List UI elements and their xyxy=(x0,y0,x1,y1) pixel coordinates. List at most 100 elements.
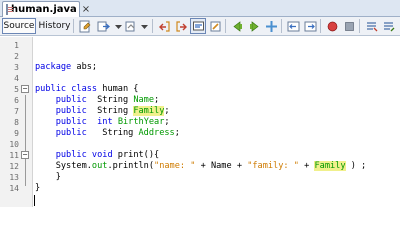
line-number: 4 xyxy=(14,74,19,83)
code-text: } xyxy=(35,183,40,194)
code-line: 14 } xyxy=(0,183,400,194)
string-literal: "family: " xyxy=(247,161,299,171)
code-line: 5 − public class human { xyxy=(0,84,400,95)
toolbar-separator xyxy=(152,19,153,33)
code-token: } xyxy=(35,183,41,193)
field-name-highlighted: Family xyxy=(314,161,346,171)
string-literal: "name: " xyxy=(154,161,196,171)
code-text: public String Address; xyxy=(35,128,180,139)
code-line: 10 xyxy=(0,139,400,150)
java-file-icon xyxy=(6,4,13,15)
stop-macro-icon[interactable] xyxy=(341,18,357,34)
toolbar-separator xyxy=(73,19,74,33)
forward-dropdown-icon[interactable] xyxy=(136,18,152,34)
line-number: 10 xyxy=(9,140,19,149)
line-number: 8 xyxy=(14,118,19,127)
fold-toggle-icon[interactable]: − xyxy=(21,85,29,93)
uncomment-icon[interactable] xyxy=(380,18,396,34)
code-token: ; xyxy=(164,106,170,116)
code-editor[interactable]: 1 2 3 package abs; 4 5 − public class hu… xyxy=(0,37,400,207)
line-number: 11 xyxy=(9,151,19,160)
code-line: 8 public int BirthYear; xyxy=(0,117,400,128)
code-text: package abs; xyxy=(35,62,97,73)
back-icon[interactable] xyxy=(95,18,111,34)
editor-tab-strip: human.java × xyxy=(0,0,400,17)
last-edit-icon[interactable] xyxy=(77,18,93,34)
keyword: public void xyxy=(55,150,113,160)
code-token: ; xyxy=(174,128,180,138)
close-tab-icon[interactable]: × xyxy=(82,4,90,15)
start-macro-icon[interactable] xyxy=(324,18,340,34)
text-caret xyxy=(34,195,35,206)
code-line: 6 public String Name; xyxy=(0,95,400,106)
line-number: 2 xyxy=(14,52,19,61)
code-line: 13 } xyxy=(0,172,400,183)
code-token: + xyxy=(298,161,315,171)
toolbar-separator xyxy=(359,19,360,33)
toggle-bookmark-icon[interactable] xyxy=(263,18,279,34)
field-name-highlighted: Family xyxy=(133,106,165,116)
code-line: 7 public String Family; xyxy=(0,106,400,117)
line-number: 5 xyxy=(14,85,19,94)
code-token: print(){ xyxy=(112,150,160,160)
tab-human-java[interactable]: human.java × xyxy=(2,1,90,17)
code-text: public String Name; xyxy=(35,95,160,106)
field-name: Address xyxy=(138,128,175,138)
line-number: 13 xyxy=(9,173,19,182)
code-text: public void print(){ xyxy=(35,150,160,161)
keyword: public xyxy=(55,128,87,138)
previous-bookmark-icon[interactable] xyxy=(229,18,245,34)
code-token: + Name + xyxy=(195,161,248,171)
code-line: 12 System.out.println("name: " + Name + … xyxy=(0,161,400,172)
code-token: System. xyxy=(55,161,92,171)
line-number: 14 xyxy=(9,184,19,193)
fold-toggle-icon[interactable]: − xyxy=(21,151,29,159)
line-number: 3 xyxy=(14,63,19,72)
code-line: 11 − public void print(){ xyxy=(0,150,400,161)
find-previous-icon[interactable] xyxy=(156,18,172,34)
code-text: public String Family; xyxy=(35,106,170,117)
tab-label: human.java xyxy=(11,4,77,15)
line-number: 12 xyxy=(9,162,19,171)
code-text: public int BirthYear; xyxy=(35,117,170,128)
code-line: 4 xyxy=(0,73,400,84)
find-selection-icon[interactable] xyxy=(190,18,206,34)
find-next-icon[interactable] xyxy=(173,18,189,34)
keyword: public xyxy=(55,106,87,116)
field-name: out xyxy=(91,161,108,171)
code-line: 9 public String Address; xyxy=(0,128,400,139)
code-line: 1 xyxy=(0,40,400,51)
toolbar-separator xyxy=(320,19,321,33)
source-button[interactable]: Source xyxy=(2,18,36,34)
comment-icon[interactable] xyxy=(363,18,379,34)
code-token: human { xyxy=(97,84,139,94)
code-text: System.out.println("name: " + Name + "fa… xyxy=(35,161,366,172)
code-token: ; xyxy=(164,117,170,127)
next-bookmark-icon[interactable] xyxy=(246,18,262,34)
code-token: String xyxy=(86,95,134,105)
shift-left-icon[interactable] xyxy=(285,18,301,34)
line-number: 1 xyxy=(14,41,19,50)
keyword: public class xyxy=(35,84,98,94)
code-token: String xyxy=(86,128,139,138)
code-text: } xyxy=(35,172,61,183)
code-line: 2 xyxy=(0,51,400,62)
code-token: abs; xyxy=(71,62,98,72)
code-token: .println( xyxy=(107,161,155,171)
toolbar-separator xyxy=(225,19,226,33)
line-number: 9 xyxy=(14,129,19,138)
toggle-highlight-icon[interactable] xyxy=(207,18,223,34)
keyword: public xyxy=(55,117,87,127)
code-text: public class human { xyxy=(35,84,139,95)
line-number: 6 xyxy=(14,96,19,105)
editor-toolbar: Source History xyxy=(0,17,400,36)
keyword: package xyxy=(35,62,72,72)
shift-right-icon[interactable] xyxy=(302,18,318,34)
history-button[interactable]: History xyxy=(38,18,71,34)
code-token: ; xyxy=(154,95,160,105)
line-number: 7 xyxy=(14,107,19,116)
code-line: 3 package abs; xyxy=(0,62,400,73)
keyword: int xyxy=(97,117,113,127)
keyword: public xyxy=(55,95,87,105)
